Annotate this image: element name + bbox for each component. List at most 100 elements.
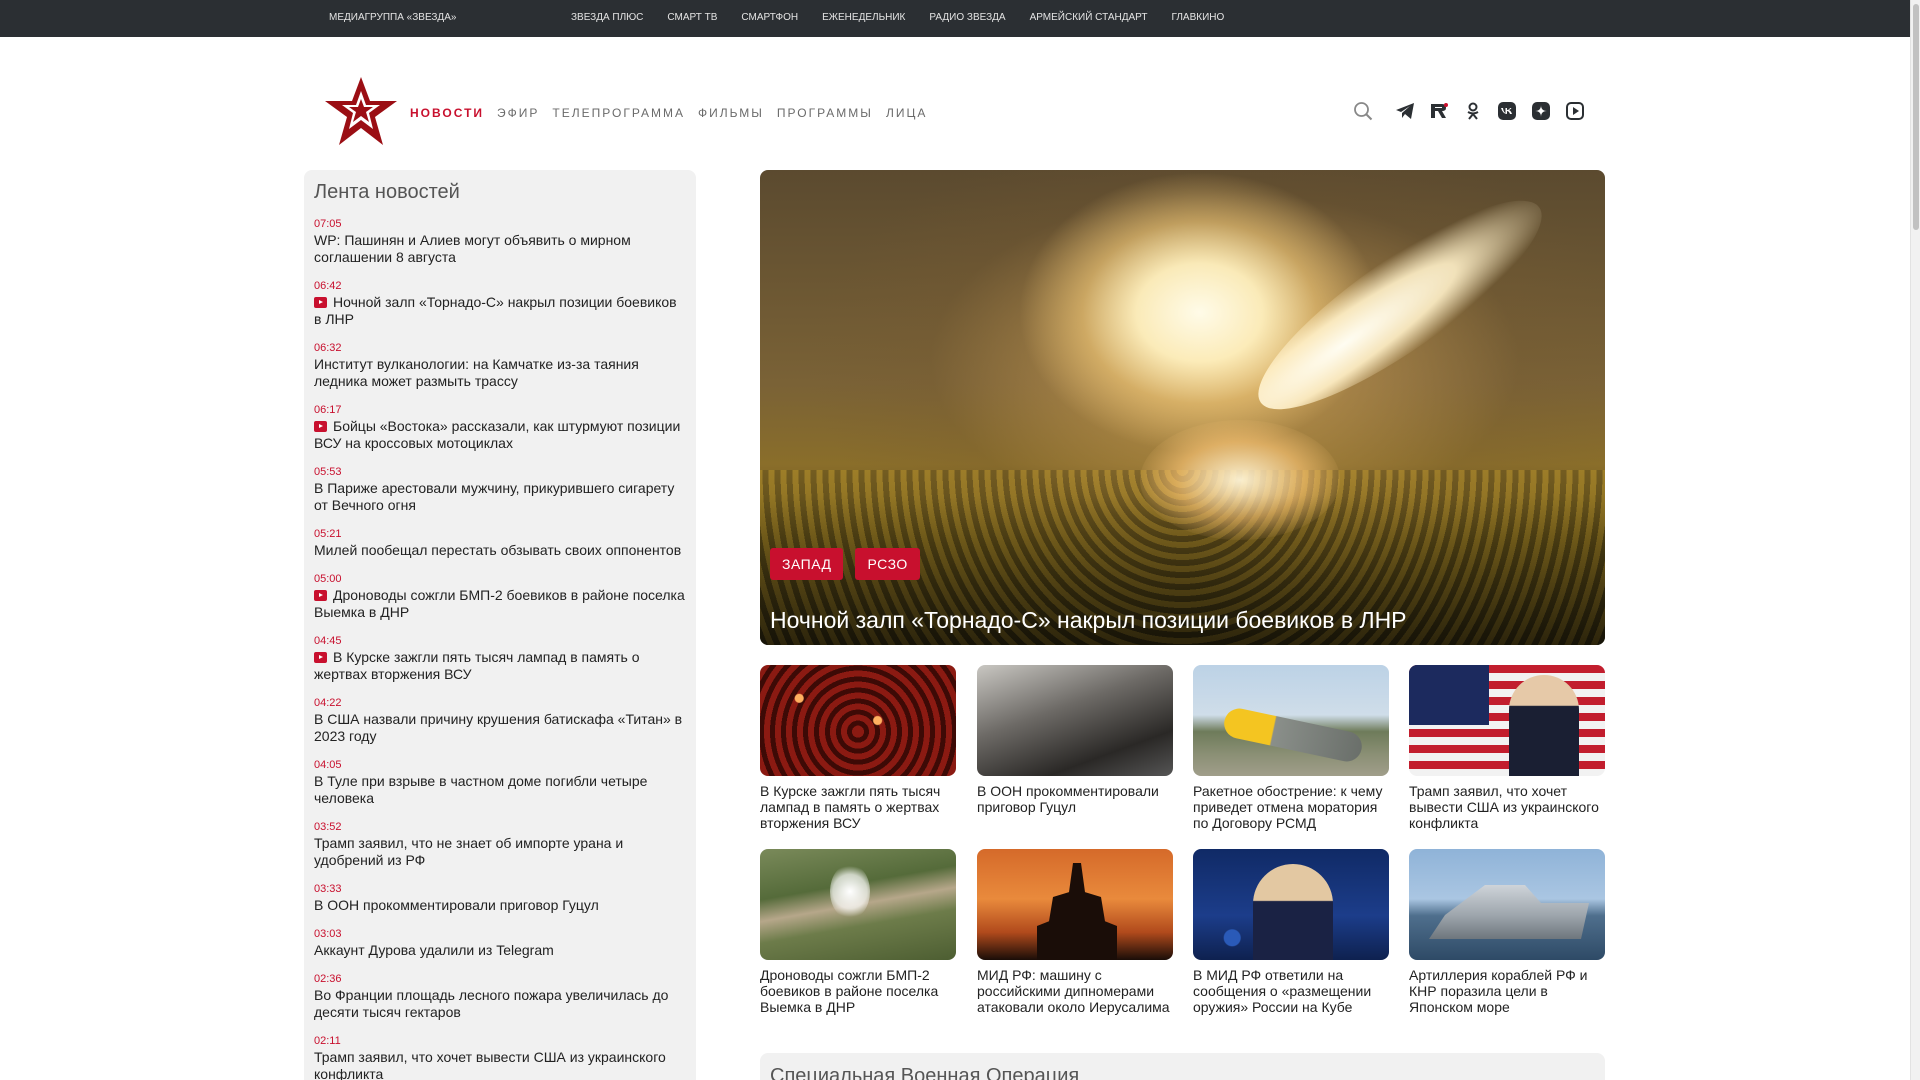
feed-item-text[interactable]: В Туле при взрыве в частном доме погибли… bbox=[314, 773, 647, 806]
card-title[interactable]: В Курске зажгли пять тысяч лампад в памя… bbox=[760, 783, 956, 831]
card-image[interactable] bbox=[760, 849, 956, 960]
feed-item-text[interactable]: Милей пообещал перестать обзывать своих … bbox=[314, 542, 681, 558]
feed-item-title[interactable]: Дроноводы сожгли БМП-2 боевиков в районе… bbox=[314, 587, 686, 621]
feed-item-title[interactable]: В Курске зажгли пять тысяч лампад в памя… bbox=[314, 649, 686, 683]
nav-tv-schedule[interactable]: ТЕЛЕПРОГРАММА bbox=[552, 106, 685, 120]
feed-item-title[interactable]: В США назвали причину крушения батискафа… bbox=[314, 711, 686, 745]
feed-item-text[interactable]: Ночной залп «Торнадо-С» накрыл позиции б… bbox=[314, 294, 677, 327]
news-card[interactable]: В Курске зажгли пять тысяч лампад в памя… bbox=[760, 665, 956, 831]
feed-item-text[interactable]: Во Франции площадь лесного пожара увелич… bbox=[314, 987, 668, 1020]
feed-item-text[interactable]: Аккаунт Дурова удалили из Telegram bbox=[314, 942, 554, 958]
feed-item-title[interactable]: WP: Пашинян и Алиев могут объявить о мир… bbox=[314, 232, 686, 266]
news-card[interactable]: Ракетное обострение: к чему приведет отм… bbox=[1193, 665, 1389, 831]
news-card[interactable]: В ООН прокомментировали приговор Гуцул bbox=[977, 665, 1173, 815]
top-link-smartphone[interactable]: СМАРТФОН bbox=[741, 12, 798, 23]
nav-news[interactable]: НОВОСТИ bbox=[410, 106, 484, 120]
nav-films[interactable]: ФИЛЬМЫ bbox=[698, 106, 764, 120]
feed-item[interactable]: 06:17 Бойцы «Востока» рассказали, как шту… bbox=[314, 404, 686, 452]
top-link-army-standard[interactable]: АРМЕЙСКИЙ СТАНДАРТ bbox=[1030, 12, 1148, 23]
card-title[interactable]: Дроноводы сожгли БМП-2 боевиков в районе… bbox=[760, 967, 956, 1015]
feed-item-text[interactable]: В ООН прокомментировали приговор Гуцул bbox=[314, 897, 599, 913]
feed-item-title[interactable]: Во Франции площадь лесного пожара увелич… bbox=[314, 987, 686, 1021]
card-image[interactable] bbox=[1409, 665, 1605, 776]
hero-title[interactable]: Ночной залп «Торнадо-С» накрыл позиции б… bbox=[770, 607, 1407, 634]
feed-item[interactable]: 05:53 В Париже арестовали мужчину, прикур… bbox=[314, 466, 686, 514]
rutube-icon[interactable] bbox=[1429, 101, 1449, 121]
feed-item[interactable]: 06:42 Ночной залп «Торнадо-С» накрыл пози… bbox=[314, 280, 686, 328]
feed-item-title[interactable]: В Туле при взрыве в частном доме погибли… bbox=[314, 773, 686, 807]
feed-item[interactable]: 04:45 В Курске зажгли пять тысяч лампад в… bbox=[314, 635, 686, 683]
feed-item[interactable]: 07:05 WP: Пашинян и Алиев могут объявить … bbox=[314, 218, 686, 266]
feed-item-title[interactable]: В ООН прокомментировали приговор Гуцул bbox=[314, 897, 686, 914]
feed-item-text[interactable]: Бойцы «Востока» рассказали, как штурмуют… bbox=[314, 418, 680, 451]
feed-item-title[interactable]: Аккаунт Дурова удалили из Telegram bbox=[314, 942, 686, 959]
card-image[interactable] bbox=[977, 665, 1173, 776]
feed-item[interactable]: 05:21 Милей пообещал перестать обзывать с… bbox=[314, 528, 686, 559]
zvezda-logo[interactable] bbox=[323, 75, 399, 147]
section-title[interactable]: Специальная Военная Операция bbox=[770, 1065, 1079, 1080]
top-link-radio[interactable]: РАДИО ЗВЕЗДА bbox=[929, 12, 1005, 23]
news-card[interactable]: Дроноводы сожгли БМП-2 боевиков в районе… bbox=[760, 849, 956, 1015]
feed-item-title[interactable]: Трамп заявил, что не знает об импорте ур… bbox=[314, 835, 686, 869]
search-icon[interactable] bbox=[1353, 101, 1373, 121]
card-image[interactable] bbox=[1409, 849, 1605, 960]
feed-item-text[interactable]: В Курске зажгли пять тысяч лампад в памя… bbox=[314, 649, 640, 682]
vertical-scrollbar[interactable] bbox=[1910, 0, 1920, 1080]
card-title[interactable]: В ООН прокомментировали приговор Гуцул bbox=[977, 783, 1173, 815]
feed-item[interactable]: 04:22 В США назвали причину крушения бати… bbox=[314, 697, 686, 745]
news-card[interactable]: Артиллерия кораблей РФ и КНР поразила це… bbox=[1409, 849, 1605, 1015]
feed-item-title[interactable]: Бойцы «Востока» рассказали, как штурмуют… bbox=[314, 418, 686, 452]
news-card[interactable]: МИД РФ: машину с российскими дипномерами… bbox=[977, 849, 1173, 1015]
top-link-glavkino[interactable]: ГЛАВКИНО bbox=[1172, 12, 1225, 23]
dzen-icon[interactable] bbox=[1531, 101, 1551, 121]
feed-item-title[interactable]: Ночной залп «Торнадо-С» накрыл позиции б… bbox=[314, 294, 686, 328]
feed-item-title[interactable]: Трамп заявил, что хочет вывести США из у… bbox=[314, 1049, 686, 1080]
feed-item[interactable]: 02:11 Трамп заявил, что хочет вывести США… bbox=[314, 1035, 686, 1080]
feed-item-title[interactable]: Милей пообещал перестать обзывать своих … bbox=[314, 542, 686, 559]
card-title[interactable]: Артиллерия кораблей РФ и КНР поразила це… bbox=[1409, 967, 1605, 1015]
nav-faces[interactable]: ЛИЦА bbox=[886, 106, 927, 120]
top-link-zvezda-plus[interactable]: ЗВЕЗДА ПЛЮС bbox=[571, 12, 643, 23]
card-title[interactable]: В МИД РФ ответили на сообщения о «размещ… bbox=[1193, 967, 1389, 1015]
hero-tag[interactable]: РСЗО bbox=[855, 548, 920, 580]
nav-live[interactable]: ЭФИР bbox=[497, 106, 539, 120]
telegram-icon[interactable] bbox=[1395, 101, 1415, 121]
card-title[interactable]: МИД РФ: машину с российскими дипномерами… bbox=[977, 967, 1173, 1015]
feed-item-text[interactable]: Дроноводы сожгли БМП-2 боевиков в районе… bbox=[314, 587, 685, 620]
card-title[interactable]: Трамп заявил, что хочет вывести США из у… bbox=[1409, 783, 1605, 831]
mediagroup-link[interactable]: МЕДИАГРУППА «ЗВЕЗДА» bbox=[329, 12, 456, 23]
feed-item[interactable]: 03:33 В ООН прокомментировали приговор Гу… bbox=[314, 883, 686, 914]
hero-tag[interactable]: ЗАПАД bbox=[770, 548, 844, 580]
feed-item-text[interactable]: В Париже арестовали мужчину, прикурившег… bbox=[314, 480, 674, 513]
feed-item-title[interactable]: Институт вулканологии: на Камчатке из-за… bbox=[314, 356, 686, 390]
top-link-weekly[interactable]: ЕЖЕНЕДЕЛЬНИК bbox=[822, 12, 905, 23]
news-card[interactable]: Трамп заявил, что хочет вывести США из у… bbox=[1409, 665, 1605, 831]
feed-item-text[interactable]: Трамп заявил, что хочет вывести США из у… bbox=[314, 1049, 666, 1080]
hero-article[interactable]: ЗАПАД РСЗО Ночной залп «Торнадо-С» накры… bbox=[760, 170, 1605, 645]
odnoklassniki-icon[interactable] bbox=[1463, 101, 1483, 121]
feed-item[interactable]: 02:36 Во Франции площадь лесного пожара у… bbox=[314, 973, 686, 1021]
feed-item-text[interactable]: Институт вулканологии: на Камчатке из-за… bbox=[314, 356, 639, 389]
feed-item[interactable]: 03:52 Трамп заявил, что не знает об импор… bbox=[314, 821, 686, 869]
card-title[interactable]: Ракетное обострение: к чему приведет отм… bbox=[1193, 783, 1389, 831]
top-links: ЗВЕЗДА ПЛЮС СМАРТ ТВ СМАРТФОН ЕЖЕНЕДЕЛЬН… bbox=[571, 12, 1248, 23]
feed-item-title[interactable]: В Париже арестовали мужчину, прикурившег… bbox=[314, 480, 686, 514]
video-icon bbox=[314, 421, 327, 432]
feed-item[interactable]: 03:03 Аккаунт Дурова удалили из Telegram bbox=[314, 928, 686, 959]
card-image[interactable] bbox=[1193, 665, 1389, 776]
feed-item[interactable]: 06:32 Институт вулканологии: на Камчатке … bbox=[314, 342, 686, 390]
card-image[interactable] bbox=[1193, 849, 1389, 960]
feed-item[interactable]: 04:05 В Туле при взрыве в частном доме по… bbox=[314, 759, 686, 807]
video-icon[interactable] bbox=[1565, 101, 1585, 121]
feed-item[interactable]: 05:00 Дроноводы сожгли БМП-2 боевиков в р… bbox=[314, 573, 686, 621]
top-link-smart-tv[interactable]: СМАРТ ТВ bbox=[667, 12, 717, 23]
nav-programs[interactable]: ПРОГРАММЫ bbox=[777, 106, 873, 120]
feed-item-text[interactable]: Трамп заявил, что не знает об импорте ур… bbox=[314, 835, 623, 868]
card-image[interactable] bbox=[977, 849, 1173, 960]
scrollbar-thumb[interactable] bbox=[1913, 4, 1919, 230]
card-image[interactable] bbox=[760, 665, 956, 776]
feed-item-text[interactable]: В США назвали причину крушения батискафа… bbox=[314, 711, 682, 744]
vk-icon[interactable] bbox=[1497, 101, 1517, 121]
news-card[interactable]: В МИД РФ ответили на сообщения о «размещ… bbox=[1193, 849, 1389, 1015]
feed-item-text[interactable]: WP: Пашинян и Алиев могут объявить о мир… bbox=[314, 232, 631, 265]
